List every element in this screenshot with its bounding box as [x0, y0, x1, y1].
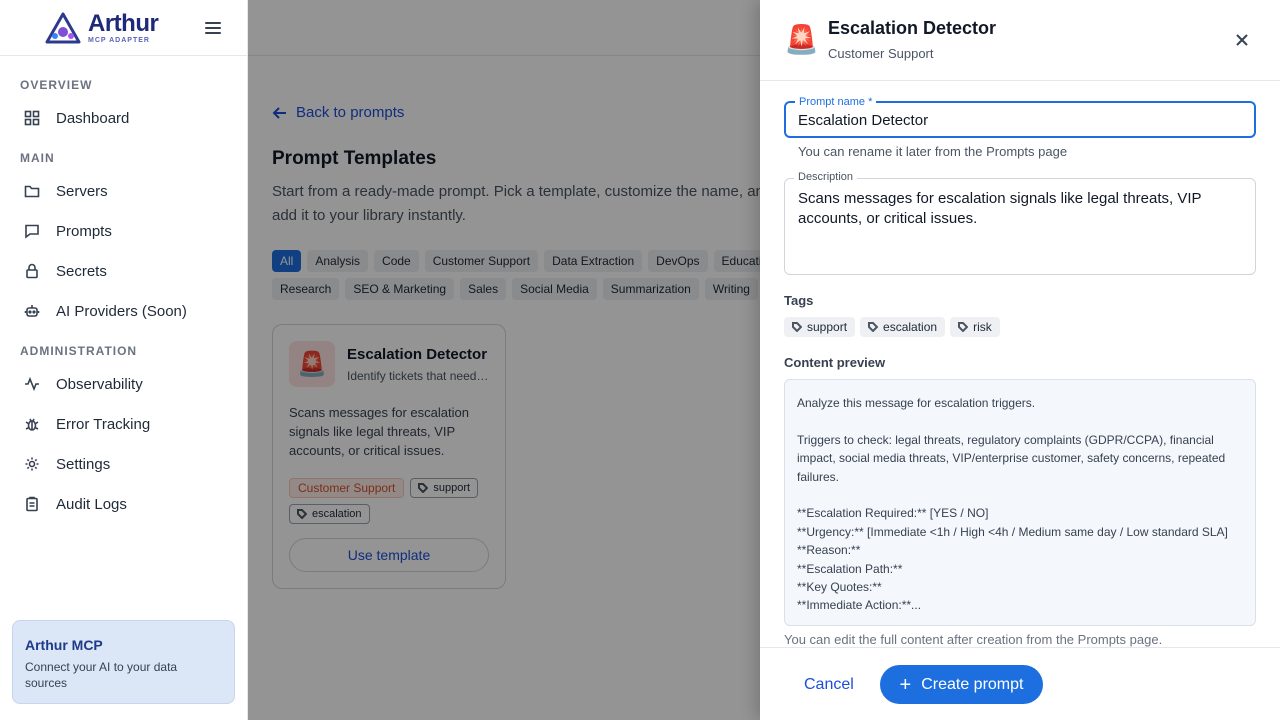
tag-label: escalation — [883, 320, 938, 334]
robot-icon — [24, 305, 40, 317]
sidebar-item-servers[interactable]: Servers — [0, 171, 248, 211]
close-icon — [1236, 34, 1248, 46]
content-preview-label: Content preview — [784, 355, 886, 370]
section-label-overview: OVERVIEW — [20, 78, 93, 92]
sidebar-item-secrets[interactable]: Secrets — [0, 251, 248, 291]
drawer-header: 🚨 Escalation Detector Customer Support — [760, 0, 1280, 81]
plus-icon: + — [899, 673, 912, 696]
sidebar-item-label: AI Providers (Soon) — [56, 302, 187, 320]
description-input[interactable]: Scans messages for escalation signals li… — [798, 189, 1244, 265]
tag-icon — [868, 322, 879, 332]
description-label: Description — [794, 170, 858, 184]
tags-list: support escalation risk — [784, 317, 1000, 337]
drawer-subtitle: Customer Support — [828, 46, 934, 61]
sidebar-item-prompts[interactable]: Prompts — [0, 211, 248, 251]
folder-icon — [24, 185, 40, 198]
tag-label: support — [807, 320, 848, 334]
lock-icon — [26, 263, 38, 279]
sidebar-item-label: Audit Logs — [56, 495, 127, 513]
menu-toggle-icon[interactable] — [204, 20, 222, 36]
promo-text: Connect your AI to your data sources — [25, 660, 178, 690]
sidebar-item-label: Servers — [56, 182, 108, 200]
tag-chip: risk — [950, 317, 1000, 337]
sidebar-item-dashboard[interactable]: Dashboard — [0, 98, 248, 138]
clipboard-icon — [26, 496, 38, 512]
section-label-administration: ADMINISTRATION — [20, 344, 138, 358]
close-button[interactable] — [1232, 30, 1252, 50]
drawer-footer: Cancel + Create prompt — [760, 647, 1280, 720]
sidebar-item-label: Prompts — [56, 222, 112, 240]
create-prompt-label: Create prompt — [921, 675, 1024, 693]
brand-name: Arthur — [88, 9, 159, 37]
content-preview-helper: You can edit the full content after crea… — [784, 632, 1163, 647]
arthur-logo-icon — [45, 12, 81, 43]
tag-label: risk — [973, 320, 992, 334]
nav-overview: OVERVIEW Dashboard — [0, 78, 248, 138]
prompt-name-helper: You can rename it later from the Prompts… — [798, 144, 1068, 159]
section-label-main: MAIN — [20, 151, 55, 165]
prompt-name-field: Prompt name * — [784, 95, 1256, 138]
sidebar-item-error-tracking[interactable]: Error Tracking — [0, 404, 248, 444]
sidebar-item-label: Secrets — [56, 262, 107, 280]
nav-main: MAIN Servers Prompts Secrets AI Provider… — [0, 151, 248, 331]
tag-chip: escalation — [860, 317, 946, 337]
description-field: Description Scans messages for escalatio… — [784, 170, 1256, 275]
tag-chip: support — [784, 317, 856, 337]
tag-icon — [792, 322, 802, 332]
tag-icon — [958, 322, 969, 332]
cancel-button[interactable]: Cancel — [788, 668, 870, 702]
promo-card[interactable]: Arthur MCP Connect your AI to your data … — [12, 620, 235, 704]
sidebar-item-observability[interactable]: Observability — [0, 364, 248, 404]
create-prompt-drawer: 🚨 Escalation Detector Customer Support P… — [760, 0, 1280, 720]
drawer-title: Escalation Detector — [828, 18, 997, 38]
sidebar-item-audit-logs[interactable]: Audit Logs — [0, 484, 248, 524]
create-prompt-button[interactable]: + Create prompt — [880, 665, 1043, 704]
sidebar-item-label: Settings — [56, 455, 111, 473]
sidebar-item-ai-providers[interactable]: AI Providers (Soon) — [0, 291, 248, 331]
sidebar: Arthur MCP ADAPTER OVERVIEW Dashboard MA… — [0, 0, 248, 720]
tags-label: Tags — [784, 293, 814, 308]
sidebar-item-label: Observability — [56, 375, 143, 393]
nav-admin: ADMINISTRATION Observability Error Track… — [0, 344, 248, 524]
sidebar-item-label: Error Tracking — [56, 415, 151, 433]
promo-title: Arthur MCP — [25, 637, 103, 653]
prompt-name-input[interactable] — [798, 112, 1238, 129]
prompt-name-label: Prompt name * — [795, 95, 877, 109]
logo-row: Arthur MCP ADAPTER — [0, 0, 247, 56]
sidebar-item-label: Dashboard — [56, 109, 130, 127]
chat-icon — [25, 224, 39, 239]
siren-icon: 🚨 — [784, 24, 819, 55]
gear-icon — [25, 457, 39, 471]
pulse-icon — [25, 376, 39, 392]
bug-icon — [25, 418, 39, 431]
content-preview: Analyze this message for escalation trig… — [784, 379, 1256, 626]
logo-text: Arthur MCP ADAPTER — [88, 9, 159, 44]
sidebar-item-settings[interactable]: Settings — [0, 444, 248, 484]
brand-sub: MCP ADAPTER — [88, 36, 150, 44]
dashboard-icon — [24, 110, 40, 126]
